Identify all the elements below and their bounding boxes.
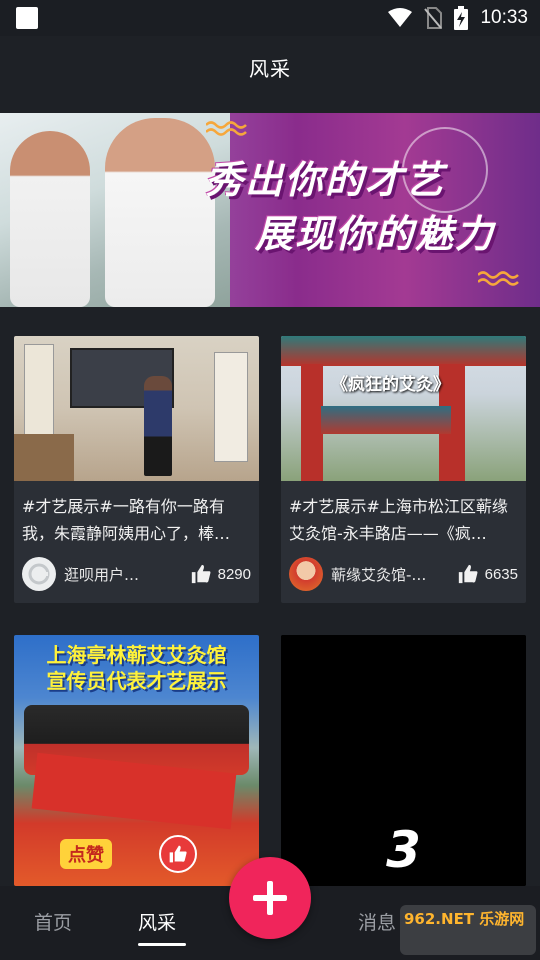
add-post-button[interactable]: [229, 857, 311, 939]
author-info[interactable]: 逛呗用户…: [22, 557, 139, 591]
nav-home[interactable]: 首页: [34, 908, 72, 935]
thumbs-up-icon: [191, 564, 211, 584]
thumb-like-badge: 点赞: [60, 839, 112, 869]
banner-slogan-line1: 秀出你的才艺: [205, 158, 446, 202]
thumbs-up-icon: [458, 564, 478, 584]
card-footer: 蕲缘艾灸馆-… 6635: [281, 547, 526, 603]
nav-messages[interactable]: 消息: [358, 908, 396, 935]
thumb-pillar-left: [301, 364, 323, 481]
watermark: 962.NET 乐游网: [400, 905, 536, 955]
banner-photo: [0, 113, 230, 307]
no-sim-icon: [424, 7, 443, 29]
like-count[interactable]: 8290: [190, 563, 251, 585]
thumb-title-line1: 上海亭林蕲艾艾灸馆: [46, 643, 227, 667]
status-bar: 10:33: [0, 0, 540, 36]
thumb-beam: [321, 406, 451, 434]
banner-person-woman: [10, 131, 90, 307]
watermark-text: 962.NET 乐游网: [404, 910, 525, 928]
wave-decoration-icon: [206, 121, 247, 136]
card-footer: 逛呗用户… 8290: [14, 547, 259, 603]
video-thumbnail[interactable]: 上海亭林蕲艾艾灸馆 宣传员代表才艺展示 点赞: [14, 635, 259, 886]
thumb-person: [144, 376, 172, 476]
logo-avatar-icon: [28, 563, 50, 585]
battery-charging-icon: [454, 6, 469, 30]
like-count[interactable]: 6635: [457, 563, 518, 585]
plus-icon: [253, 881, 287, 915]
video-thumbnail[interactable]: 3: [281, 635, 526, 886]
like-count-value: 8290: [217, 565, 251, 583]
thumb-title-line2: 宣传员代表才艺展示: [46, 669, 227, 693]
video-card[interactable]: 3: [281, 635, 526, 886]
like-count-value: 6635: [484, 565, 518, 583]
wave-decoration-icon: [478, 271, 519, 286]
video-card[interactable]: #才艺展示#一路有你一路有我，朱霞静阿姨用心了，棒… 逛呗用户… 8290: [14, 336, 259, 603]
status-time: 10:33: [480, 7, 528, 28]
thumb-right-poster: [214, 352, 248, 462]
nav-moments[interactable]: 风采: [138, 908, 176, 935]
banner-person-man: [105, 118, 215, 307]
card-caption: #才艺展示#一路有你一路有我，朱霞静阿姨用心了，棒…: [22, 497, 231, 543]
author-info[interactable]: 蕲缘艾灸馆-…: [289, 557, 426, 591]
notification-icon: [16, 7, 38, 29]
thumb-title: 《疯狂的艾灸》: [331, 375, 450, 395]
thumb-countdown-number: 3: [386, 821, 421, 879]
banner-slogan-line2: 展现你的魅力: [255, 212, 496, 256]
video-thumbnail[interactable]: 《疯狂的艾灸》: [281, 336, 526, 481]
wifi-icon: [388, 8, 413, 27]
page-title: 风采: [249, 56, 291, 81]
video-card[interactable]: 《疯狂的艾灸》 #才艺展示#上海市松江区蕲缘艾灸馆-永丰路店——《疯… 蕲缘艾灸…: [281, 336, 526, 603]
promo-banner[interactable]: 秀出你的才艺 展现你的魅力: [0, 113, 540, 307]
thumb-pavilion-roof: [281, 336, 526, 366]
nav-active-indicator: [138, 943, 186, 946]
thumb-like-circle-icon: [159, 835, 197, 873]
title-bar: 风采: [0, 36, 540, 98]
author-name: 逛呗用户…: [64, 565, 140, 584]
thumb-left-poster: [24, 344, 54, 439]
video-thumbnail[interactable]: [14, 336, 259, 481]
video-card[interactable]: 上海亭林蕲艾艾灸馆 宣传员代表才艺展示 点赞: [14, 635, 259, 886]
avatar: [22, 557, 56, 591]
avatar: [289, 557, 323, 591]
card-caption: #才艺展示#上海市松江区蕲缘艾灸馆-永丰路店——《疯…: [289, 497, 508, 543]
author-name: 蕲缘艾灸馆-…: [331, 565, 427, 584]
thumb-cabinet: [14, 434, 74, 481]
